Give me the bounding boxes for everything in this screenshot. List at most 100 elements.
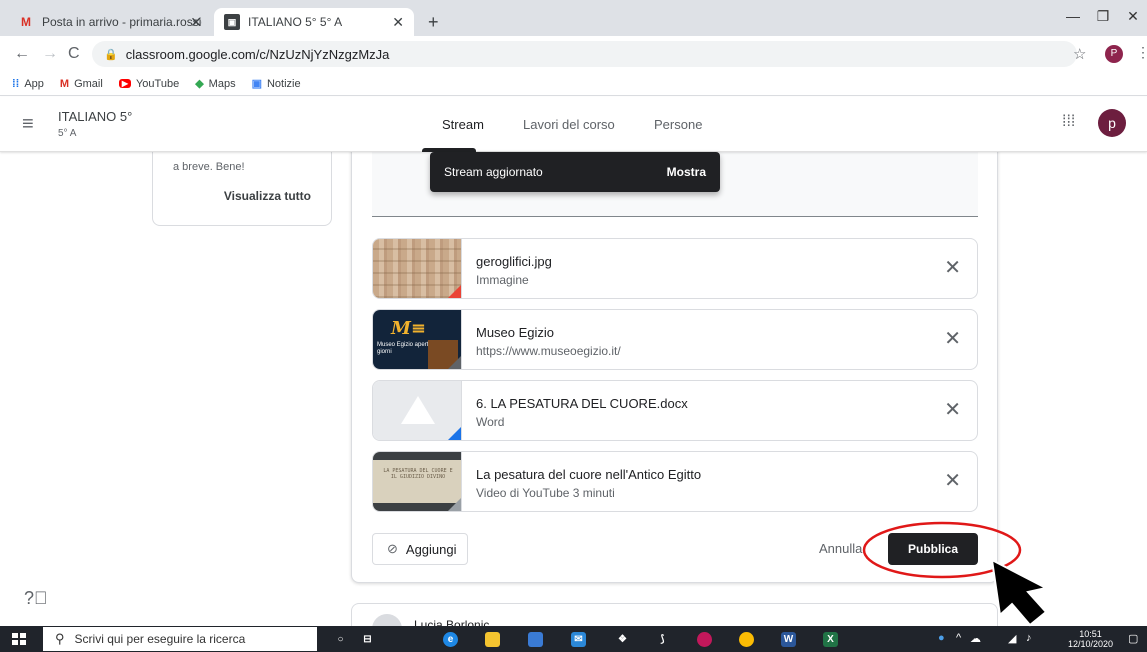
lock-icon: 🔒 bbox=[104, 48, 118, 61]
file-explorer-icon[interactable] bbox=[485, 632, 500, 647]
remove-attachment-icon[interactable]: ✕ bbox=[944, 468, 961, 493]
tab-classroom[interactable]: ▣ ITALIANO 5° 5° A ✕ bbox=[214, 8, 414, 36]
tray-expand-icon[interactable]: ^ bbox=[956, 632, 961, 644]
google-drive-icon bbox=[401, 396, 435, 424]
add-label: Aggiungi bbox=[405, 541, 457, 557]
bookmark-label: App bbox=[24, 77, 44, 90]
browser-tab-strip: M Posta in arrivo - primaria.rossiglic ✕… bbox=[0, 0, 1147, 36]
bookmark-app[interactable]: ⁞⁞ App bbox=[12, 78, 44, 90]
back-icon[interactable]: ← bbox=[14, 45, 30, 63]
snackbar-show-button[interactable]: Mostra bbox=[667, 165, 706, 179]
cortana-icon[interactable]: ○ bbox=[333, 632, 348, 647]
snackbar: Stream aggiornato Mostra bbox=[430, 152, 720, 192]
close-tab-icon[interactable]: ✕ bbox=[190, 14, 202, 31]
taskbar-search-field[interactable]: ⚲ Scrivi qui per eseguire la ricerca bbox=[43, 627, 317, 651]
maps-icon: ◆ bbox=[195, 78, 204, 90]
tab-stream[interactable]: Stream bbox=[442, 117, 484, 132]
file-type-corner bbox=[448, 285, 461, 298]
help-tray-icon[interactable]: ● bbox=[938, 632, 945, 644]
url-field[interactable]: 🔒 classroom.google.com/c/NzUzNjYzNzgzMzJ… bbox=[92, 41, 1077, 67]
attachment-item[interactable]: M≡ Museo Egizio aperto tutti i giorni Mu… bbox=[372, 309, 978, 370]
excel-icon[interactable]: X bbox=[823, 632, 838, 647]
bookmark-label: Gmail bbox=[74, 77, 103, 90]
bookmark-label: Maps bbox=[208, 77, 236, 90]
bookmark-notizie[interactable]: ▣ Notizie bbox=[251, 77, 301, 91]
upcoming-text: a breve. Bene! bbox=[173, 161, 245, 173]
tab-persone[interactable]: Persone bbox=[654, 117, 702, 132]
attachment-type: Video di YouTube 3 minuti bbox=[476, 486, 615, 500]
tab-title: Posta in arrivo - primaria.rossiglic bbox=[42, 15, 202, 29]
help-icon[interactable]: ?⃝ bbox=[24, 588, 48, 609]
attachment-name[interactable]: Museo Egizio bbox=[476, 325, 554, 340]
attachment-url: https://www.museoegizio.it/ bbox=[476, 344, 621, 358]
attachment-item[interactable]: geroglifici.jpg Immagine ✕ bbox=[372, 238, 978, 299]
bookmark-gmail[interactable]: M Gmail bbox=[60, 78, 103, 90]
attachment-name[interactable]: 6. LA PESATURA DEL CUORE.docx bbox=[476, 396, 688, 411]
gmail-icon: M bbox=[21, 15, 31, 29]
tab-lavori-del-corso[interactable]: Lavori del corso bbox=[523, 117, 615, 132]
classroom-header: ≡ ITALIANO 5° 5° A Stream Lavori del cor… bbox=[0, 97, 1147, 152]
profile-avatar[interactable]: P bbox=[1105, 45, 1123, 63]
attachment-name[interactable]: geroglifici.jpg bbox=[476, 254, 552, 269]
class-name[interactable]: ITALIANO 5° bbox=[58, 109, 132, 124]
task-view-icon[interactable]: ⊟ bbox=[360, 632, 375, 647]
bookmark-label: YouTube bbox=[135, 77, 180, 90]
tab-gmail[interactable]: M Posta in arrivo - primaria.rossiglic ✕ bbox=[8, 8, 212, 36]
paint-icon[interactable] bbox=[697, 632, 712, 647]
dropbox-icon[interactable]: ❖ bbox=[615, 632, 630, 647]
google-apps-icon[interactable]: ⁞⁞⁞ bbox=[1062, 113, 1075, 131]
clock-time: 10:51 bbox=[1079, 629, 1102, 639]
new-tab-button[interactable]: + bbox=[428, 12, 439, 33]
notifications-icon[interactable]: ▢ bbox=[1128, 632, 1138, 645]
add-attachment-button[interactable]: ⊘ Aggiungi bbox=[372, 533, 468, 565]
apps-grid-icon: ⁞⁞ bbox=[12, 77, 20, 90]
close-tab-icon[interactable]: ✕ bbox=[392, 14, 404, 31]
reload-icon[interactable]: C bbox=[68, 45, 80, 63]
bookmarks-bar: ⁞⁞ App M Gmail ▶ YouTube ◆ Maps ▣ Notizi… bbox=[0, 72, 1147, 96]
bookmark-maps[interactable]: ◆ Maps bbox=[195, 77, 236, 91]
windows-start-icon[interactable] bbox=[12, 633, 26, 645]
chrome-icon[interactable] bbox=[739, 632, 754, 647]
word-icon[interactable]: W bbox=[781, 632, 796, 647]
attachment-item[interactable]: 6. LA PESATURA DEL CUORE.docx Word ✕ bbox=[372, 380, 978, 441]
view-all-link[interactable]: Visualizza tutto bbox=[224, 189, 311, 203]
publish-button[interactable]: Pubblica bbox=[888, 533, 978, 565]
volume-icon[interactable]: ♪ bbox=[1026, 632, 1032, 644]
remove-attachment-icon[interactable]: ✕ bbox=[944, 326, 961, 351]
attachment-name[interactable]: La pesatura del cuore nell'Antico Egitto bbox=[476, 467, 701, 482]
windows-taskbar: ⚲ Scrivi qui per eseguire la ricerca ○ ⊟… bbox=[0, 626, 1147, 652]
bookmark-youtube[interactable]: ▶ YouTube bbox=[118, 77, 180, 90]
restore-icon[interactable]: ❐ bbox=[1088, 8, 1118, 25]
more-menu-icon[interactable]: ⋮ bbox=[1136, 44, 1147, 61]
youtube-icon: ▶ bbox=[118, 79, 131, 88]
hieroglyph-thumbnail bbox=[373, 239, 462, 298]
url-text: classroom.google.com/c/NzUzNjYzNzgzMzJa bbox=[125, 46, 390, 62]
clock[interactable]: 10:51 12/10/2020 bbox=[1068, 629, 1113, 649]
bookmark-star-icon[interactable]: ☆ bbox=[1073, 45, 1086, 63]
paperclip-icon: ⊘ bbox=[387, 541, 398, 556]
store-icon[interactable] bbox=[528, 632, 543, 647]
remove-attachment-icon[interactable]: ✕ bbox=[944, 255, 961, 280]
bookmark-label: Notizie bbox=[266, 77, 301, 90]
forward-icon[interactable]: → bbox=[42, 45, 58, 63]
network-icon[interactable]: ◢ bbox=[1008, 632, 1016, 645]
remove-attachment-icon[interactable]: ✕ bbox=[944, 397, 961, 422]
thumb-caption: LA PESATURA DEL CUORE E IL GIUDIZIO DIVI… bbox=[383, 468, 453, 480]
edge-icon[interactable]: e bbox=[443, 632, 458, 647]
attachment-type: Word bbox=[476, 415, 505, 429]
attachment-item[interactable]: LA PESATURA DEL CUORE E IL GIUDIZIO DIVI… bbox=[372, 451, 978, 512]
gmail-icon: M bbox=[59, 77, 70, 90]
minimize-icon[interactable]: — bbox=[1058, 8, 1088, 24]
app-icon[interactable]: ⟆ bbox=[655, 632, 670, 647]
mail-icon[interactable]: ✉ bbox=[571, 632, 586, 647]
hamburger-menu-icon[interactable]: ≡ bbox=[22, 113, 34, 136]
onedrive-icon[interactable]: ☁ bbox=[970, 632, 981, 645]
museum-thumbnail: M≡ Museo Egizio aperto tutti i giorni bbox=[373, 310, 462, 369]
search-icon: ⚲ bbox=[55, 631, 65, 646]
news-icon: ▣ bbox=[251, 78, 262, 90]
cancel-button[interactable]: Annulla bbox=[819, 541, 862, 556]
pointer-cursor-icon bbox=[990, 558, 1049, 627]
close-window-icon[interactable]: ✕ bbox=[1118, 8, 1147, 25]
address-bar-row: ← → C 🔒 classroom.google.com/c/NzUzNjYzN… bbox=[0, 36, 1147, 72]
user-avatar[interactable]: p bbox=[1098, 109, 1126, 137]
